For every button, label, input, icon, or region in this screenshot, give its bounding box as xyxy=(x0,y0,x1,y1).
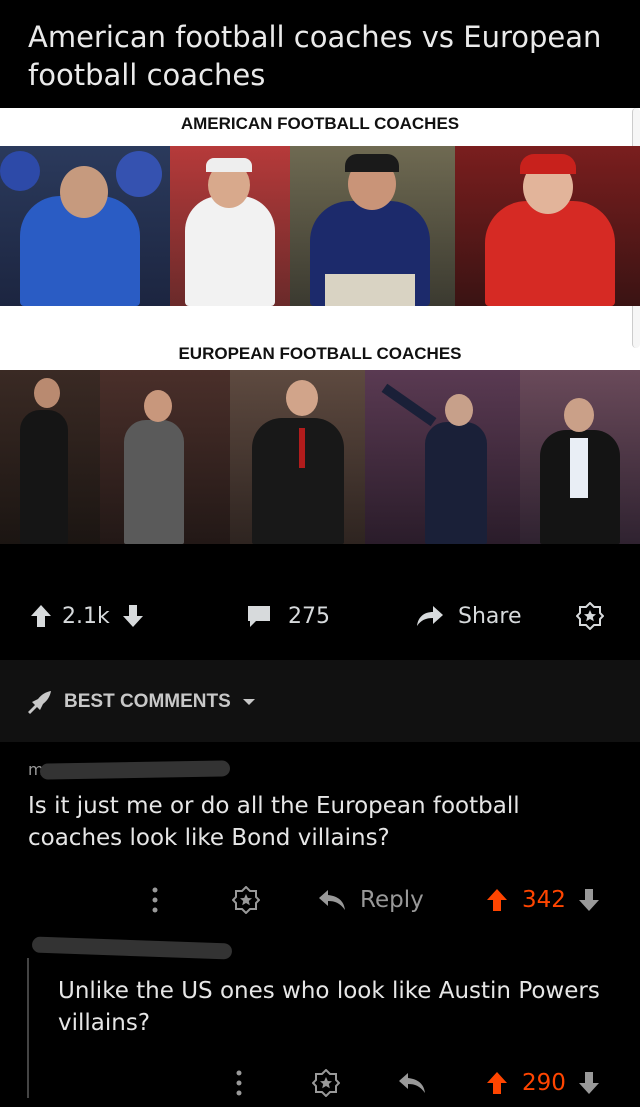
image-caption-american: AMERICAN FOOTBALL COACHES xyxy=(180,114,460,133)
comment-body: Is it just me or do all the European foo… xyxy=(28,793,520,851)
star-badge-icon xyxy=(232,886,260,914)
post-score: 2.1k xyxy=(62,603,110,629)
save-comment-button[interactable] xyxy=(312,1063,340,1103)
comment-score: 290 xyxy=(522,1070,566,1096)
comment-score: 342 xyxy=(522,887,566,913)
reply-button[interactable]: Reply xyxy=(318,880,424,920)
downvote-arrow-icon[interactable] xyxy=(578,1071,600,1095)
upvote-arrow-icon[interactable] xyxy=(30,604,52,628)
username-redaction xyxy=(39,760,231,780)
upvote-group: 2.1k xyxy=(30,590,144,642)
save-button[interactable] xyxy=(576,590,604,642)
sort-label: BEST COMMENTS xyxy=(64,691,231,712)
upvote-arrow-icon[interactable] xyxy=(486,888,508,912)
more-options-icon[interactable] xyxy=(234,1063,244,1103)
reply-button[interactable] xyxy=(398,1063,426,1103)
image-caption-european: EUROPEAN FOOTBALL COACHES xyxy=(178,344,462,363)
coach-photo-1 xyxy=(0,146,170,306)
share-arrow-icon xyxy=(417,606,443,626)
coach-photo-2 xyxy=(170,146,290,306)
sort-dropdown[interactable]: BEST COMMENTS xyxy=(26,690,257,714)
coach-photo-9 xyxy=(520,370,640,544)
coach-photo-8 xyxy=(365,370,520,544)
coach-photo-7 xyxy=(230,370,365,544)
star-badge-icon xyxy=(312,1069,340,1097)
coach-photo-6 xyxy=(100,370,230,544)
reply-arrow-icon xyxy=(399,1073,425,1093)
upvote-arrow-icon[interactable] xyxy=(486,1071,508,1095)
comment-actions: Reply 342 xyxy=(0,880,640,920)
comments-button[interactable]: 275 xyxy=(246,590,330,642)
american-coaches-photos xyxy=(0,146,640,306)
reply-label: Reply xyxy=(360,887,424,913)
downvote-arrow-icon[interactable] xyxy=(122,604,144,628)
post-action-bar: 2.1k 275 Share xyxy=(0,590,640,642)
coach-photo-5 xyxy=(0,370,100,544)
comment-body: Unlike the US ones who look like Austin … xyxy=(58,978,600,1036)
comment-vote-group: 290 xyxy=(486,1063,600,1103)
username-redaction xyxy=(31,936,233,960)
chevron-down-icon xyxy=(242,699,255,705)
share-button[interactable]: Share xyxy=(416,590,522,642)
comment-count: 275 xyxy=(288,603,330,629)
post-title: American football coaches vs European fo… xyxy=(28,20,602,92)
post-image[interactable]: AMERICAN FOOTBALL COACHES EUROPEAN FOOTB… xyxy=(0,108,640,544)
european-coaches-photos xyxy=(0,370,640,544)
reply-arrow-icon xyxy=(319,890,345,910)
downvote-arrow-icon[interactable] xyxy=(578,888,600,912)
share-label: Share xyxy=(458,603,522,629)
coach-photo-3 xyxy=(290,146,455,306)
comment-bubble-icon xyxy=(248,606,270,627)
rocket-icon xyxy=(28,691,51,714)
coach-photo-4 xyxy=(455,146,640,306)
comment-actions: 290 xyxy=(0,1063,640,1103)
star-badge-icon xyxy=(576,602,604,630)
more-options-icon[interactable] xyxy=(150,880,160,920)
comment-vote-group: 342 xyxy=(486,880,600,920)
save-comment-button[interactable] xyxy=(232,880,260,920)
